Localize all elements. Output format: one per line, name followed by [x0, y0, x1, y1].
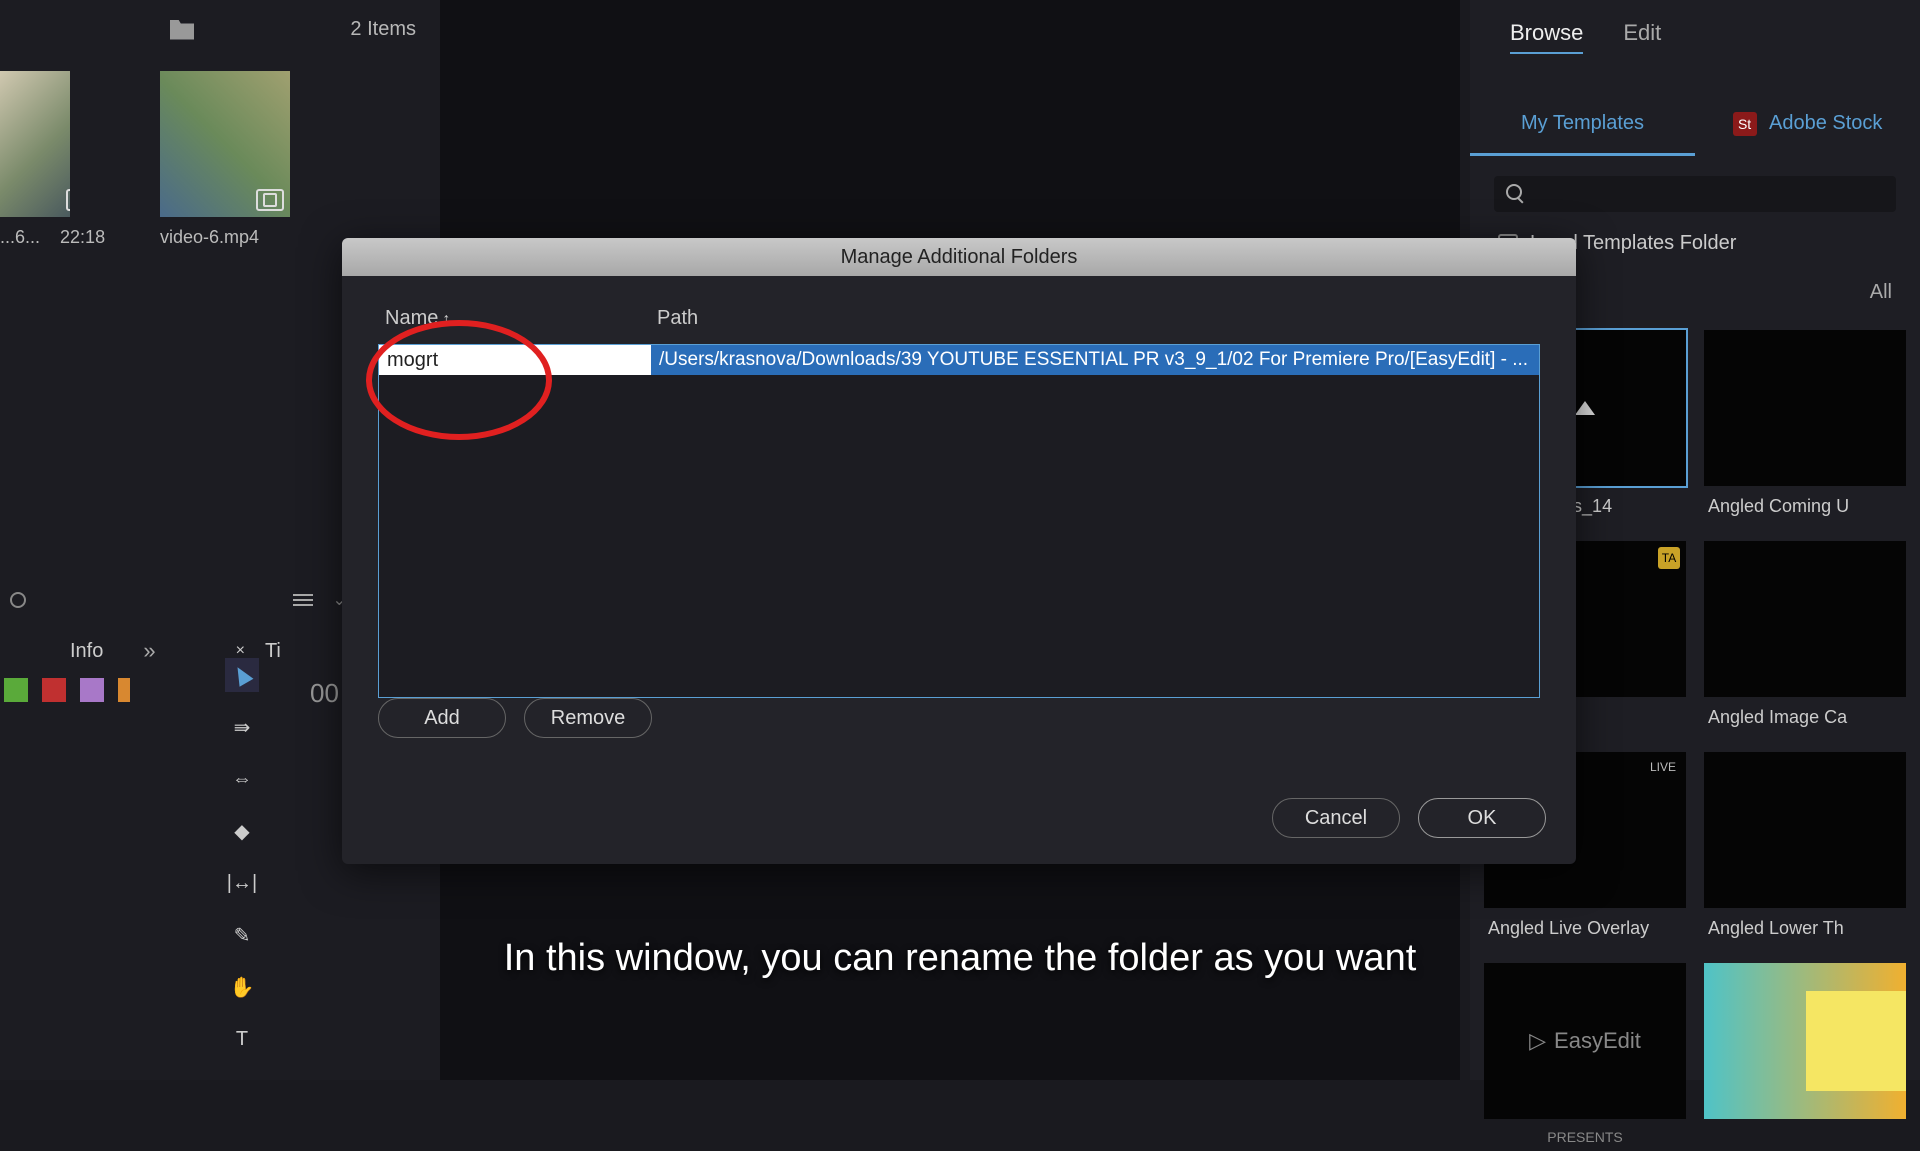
sort-asc-icon: ↑ [442, 311, 450, 328]
play-icon: ▷ [1529, 1028, 1546, 1054]
subtitle-caption: In this window, you can rename the folde… [504, 937, 1417, 980]
info-tab[interactable]: Info [70, 640, 103, 663]
stock-badge-icon: St [1733, 112, 1757, 136]
easyedit-label: EasyEdit [1554, 1028, 1641, 1054]
folder-path-cell: /Users/krasnova/Downloads/39 YOUTUBE ESS… [651, 345, 1539, 375]
video-badge-icon [256, 189, 284, 211]
ok-button[interactable]: OK [1418, 798, 1546, 838]
manage-folders-dialog: Manage Additional Folders Name↑ Path mog… [342, 238, 1576, 864]
color-chip[interactable] [4, 678, 28, 702]
edit-tab[interactable]: Edit [1623, 20, 1661, 54]
zoom-handle-icon[interactable] [10, 592, 26, 608]
project-thumbnails: ...6... 22:18 video-6.mp4 [0, 59, 440, 248]
template-item[interactable]: ▷ EasyEdit PRESENTS [1484, 963, 1686, 1151]
template-thumb [1704, 752, 1906, 908]
template-label: Angled Live Overlay [1484, 908, 1686, 945]
clip-thumb[interactable]: ...6... 22:18 [0, 71, 130, 248]
template-search-input[interactable] [1494, 176, 1896, 212]
template-label: Angled Image Ca [1704, 697, 1906, 734]
template-thumb [1704, 963, 1906, 1119]
clip-thumb[interactable]: video-6.mp4 [160, 71, 290, 248]
search-icon [1506, 184, 1526, 204]
type-tool[interactable]: T [225, 1022, 259, 1056]
color-chip[interactable] [80, 678, 104, 702]
browse-tab[interactable]: Browse [1510, 20, 1583, 54]
track-select-tool[interactable]: ⇛ [225, 710, 259, 744]
folder-icon[interactable] [170, 20, 194, 40]
project-header: 2 Items [0, 0, 440, 59]
folders-table: Name↑ Path mogrt /Users/krasnova/Downloa… [378, 344, 1540, 698]
thumbnail-image [0, 71, 100, 217]
template-item[interactable]: Angled Image Ca [1704, 541, 1906, 734]
triangle-icon [1575, 401, 1595, 415]
panel-tabs: Browse Edit [1470, 0, 1920, 74]
timeline-tools: ⇛ ⇔ ◆ |↔| ✎ ✋ T [218, 648, 266, 1056]
adobe-stock-tab[interactable]: St Adobe Stock [1695, 94, 1920, 156]
template-label: Angled Lower Th [1704, 908, 1906, 945]
add-button[interactable]: Add [378, 698, 506, 738]
list-view-icon[interactable] [293, 594, 313, 606]
cancel-button[interactable]: Cancel [1272, 798, 1400, 838]
template-thumb [1704, 541, 1906, 697]
template-item[interactable]: Angled Lower Th [1704, 752, 1906, 945]
remove-button[interactable]: Remove [524, 698, 652, 738]
items-count: 2 Items [350, 18, 416, 41]
text-badge-icon: TA [1658, 547, 1680, 569]
folder-name-input[interactable]: mogrt [379, 345, 651, 375]
selection-tool[interactable] [225, 658, 259, 692]
template-thumb: ▷ EasyEdit [1484, 963, 1686, 1119]
template-item[interactable] [1704, 963, 1906, 1151]
table-header: Name↑ Path [379, 307, 1539, 330]
template-label: Angled Coming U [1704, 486, 1906, 523]
clip-duration: 22:18 [60, 227, 105, 248]
expand-icon[interactable]: » [143, 638, 155, 664]
video-badge-icon [66, 189, 94, 211]
thumbnail-image [160, 71, 290, 217]
razor-tool[interactable]: ◆ [225, 814, 259, 848]
source-tabs: My Templates St Adobe Stock [1470, 94, 1920, 156]
clip-name: video-6.mp4 [160, 227, 259, 248]
label-colors [0, 678, 130, 702]
slip-tool[interactable]: |↔| [225, 866, 259, 900]
pen-tool[interactable]: ✎ [225, 918, 259, 952]
table-row[interactable]: mogrt /Users/krasnova/Downloads/39 YOUTU… [379, 345, 1539, 375]
filter-all[interactable]: All [1870, 281, 1892, 304]
column-name-header[interactable]: Name↑ [385, 307, 657, 330]
dialog-left-buttons: Add Remove [378, 698, 652, 738]
timecode-display: 00 [310, 678, 339, 709]
color-chip[interactable] [118, 678, 130, 702]
template-thumb [1704, 330, 1906, 486]
template-item[interactable]: Angled Coming U [1704, 330, 1906, 523]
timeline-label: Ti [265, 640, 281, 663]
column-path-header[interactable]: Path [657, 307, 1533, 330]
clip-name: ...6... [0, 227, 40, 248]
my-templates-tab[interactable]: My Templates [1470, 94, 1695, 156]
color-chip[interactable] [42, 678, 66, 702]
dialog-right-buttons: Cancel OK [1272, 798, 1546, 838]
template-label: PRESENTS [1484, 1119, 1686, 1151]
dialog-title: Manage Additional Folders [342, 238, 1576, 276]
live-tag: LIVE [1650, 760, 1676, 774]
ripple-edit-tool[interactable]: ⇔ [225, 762, 259, 796]
hand-tool[interactable]: ✋ [225, 970, 259, 1004]
sticky-note-icon [1806, 991, 1906, 1091]
